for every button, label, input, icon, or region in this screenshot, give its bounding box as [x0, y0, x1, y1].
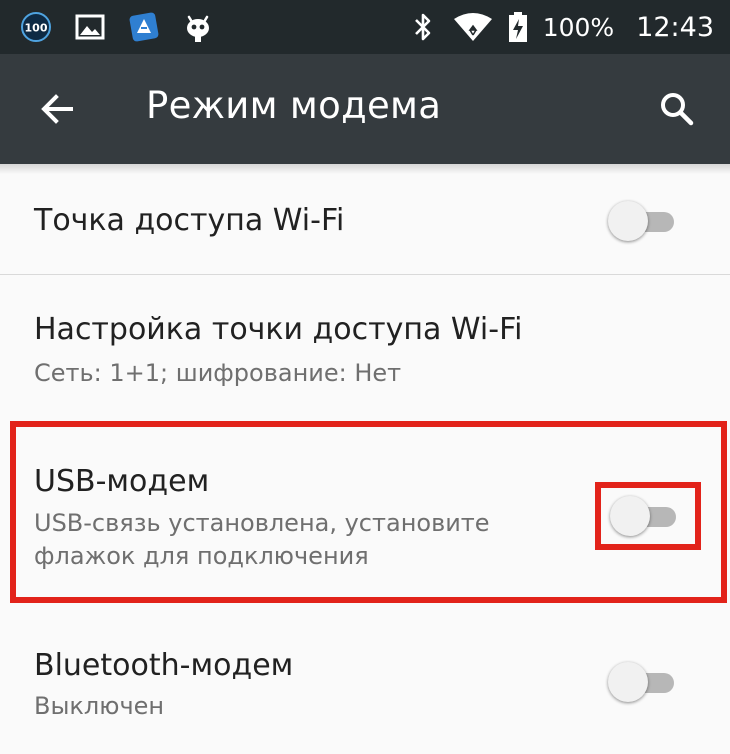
wifi-hotspot-switch[interactable] [608, 199, 676, 243]
back-button[interactable] [28, 80, 86, 138]
status-bar: 100 100% 12:43 [0, 0, 730, 54]
setting-subtitle: Сеть: 1+1; шифрование: Нет [34, 359, 402, 387]
battery-charging-icon [507, 11, 529, 43]
badge-100-icon: 100 [20, 11, 52, 43]
switch-highlight-frame [595, 482, 701, 550]
setting-title: Настройка точки доступа Wi-Fi [34, 312, 523, 347]
cyanogen-mascot-icon [182, 11, 214, 43]
switch-thumb [608, 662, 648, 702]
clock: 12:43 [636, 11, 714, 43]
setting-title: Точка доступа Wi-Fi [34, 203, 345, 238]
badge-100-text: 100 [25, 22, 48, 35]
page-title: Режим модема [146, 84, 442, 127]
status-bar-system: 100% 12:43 [407, 8, 714, 46]
arrow-back-icon [41, 94, 73, 124]
setting-title: Bluetooth-модем [34, 648, 294, 683]
app-icon [128, 11, 160, 43]
app-bar: Режим модема [0, 54, 730, 164]
bluetooth-icon [407, 11, 439, 43]
search-icon [661, 93, 694, 126]
status-bar-notifications: 100 [20, 8, 214, 46]
setting-wifi-hotspot[interactable]: Точка доступа Wi-Fi [0, 174, 730, 274]
app-bar-shadow [0, 164, 730, 174]
setting-wifi-hotspot-config[interactable]: Настройка точки доступа Wi-Fi Сеть: 1+1;… [0, 275, 730, 407]
image-icon [74, 11, 106, 43]
battery-percent: 100% [542, 12, 615, 42]
switch-thumb [608, 201, 648, 241]
setting-bluetooth-modem[interactable]: Bluetooth-модем Выключен [0, 614, 730, 754]
search-button[interactable] [648, 80, 706, 138]
wifi-icon [453, 11, 493, 43]
setting-subtitle: Выключен [34, 692, 165, 720]
bluetooth-modem-switch[interactable] [608, 660, 676, 704]
